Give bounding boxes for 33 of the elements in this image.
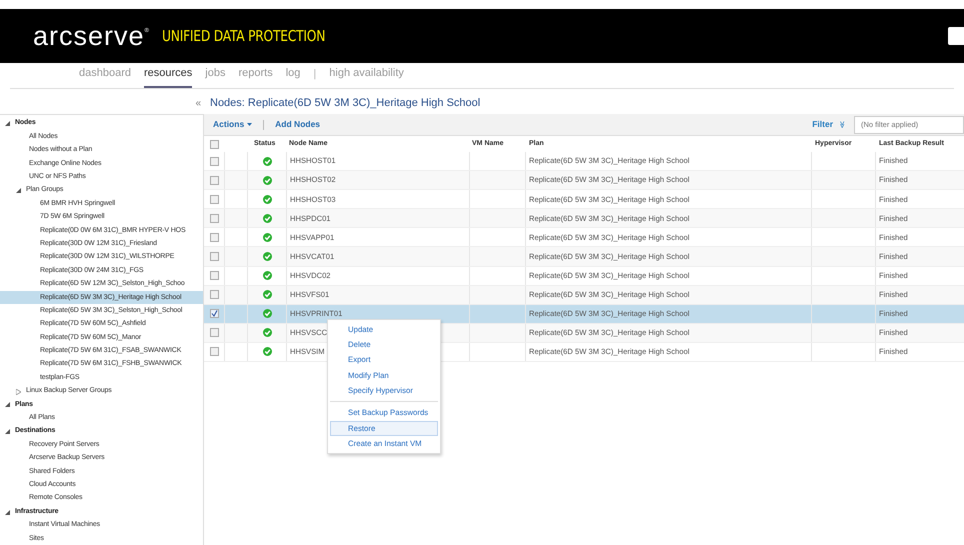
success-icon bbox=[262, 232, 272, 242]
row-checkbox[interactable] bbox=[210, 271, 218, 280]
row-checkbox[interactable] bbox=[210, 347, 218, 356]
row-checkbox[interactable] bbox=[210, 232, 218, 242]
page-title: Nodes: Replicate(6D 5W 3M 3C)_Heritage High School bbox=[210, 96, 480, 111]
success-icon bbox=[262, 290, 272, 300]
row-checkbox[interactable] bbox=[210, 309, 218, 318]
row-checkbox[interactable] bbox=[210, 328, 218, 338]
row-checkbox[interactable] bbox=[210, 140, 219, 148]
caret-icon bbox=[247, 123, 252, 126]
row-checkbox[interactable] bbox=[210, 156, 218, 166]
row-checkbox[interactable] bbox=[210, 252, 218, 262]
add-nodes-link[interactable]: Add Nodes bbox=[275, 118, 320, 131]
actions-menu[interactable]: Actions bbox=[213, 118, 252, 131]
success-icon bbox=[262, 309, 272, 318]
row-checkbox[interactable] bbox=[210, 176, 218, 185]
nav-divider: | bbox=[313, 66, 316, 82]
filter-link[interactable]: Filter bbox=[812, 118, 833, 131]
row-checkbox[interactable] bbox=[210, 194, 218, 204]
success-icon bbox=[262, 271, 272, 280]
nav-tab[interactable]: resources bbox=[144, 64, 192, 88]
success-icon bbox=[262, 176, 272, 185]
row-checkbox[interactable] bbox=[210, 290, 218, 300]
success-icon bbox=[262, 156, 272, 166]
success-icon bbox=[262, 214, 272, 223]
success-icon bbox=[262, 328, 272, 338]
success-icon bbox=[262, 347, 272, 356]
collapse-sidebar-button[interactable]: « bbox=[195, 96, 201, 110]
product-name: UNIFIED DATA PROTECTION bbox=[162, 28, 326, 44]
success-icon bbox=[262, 194, 272, 204]
success-icon bbox=[262, 252, 272, 262]
row-checkbox[interactable] bbox=[210, 214, 218, 223]
logo: arcserve$^{®}$ bbox=[33, 22, 150, 50]
